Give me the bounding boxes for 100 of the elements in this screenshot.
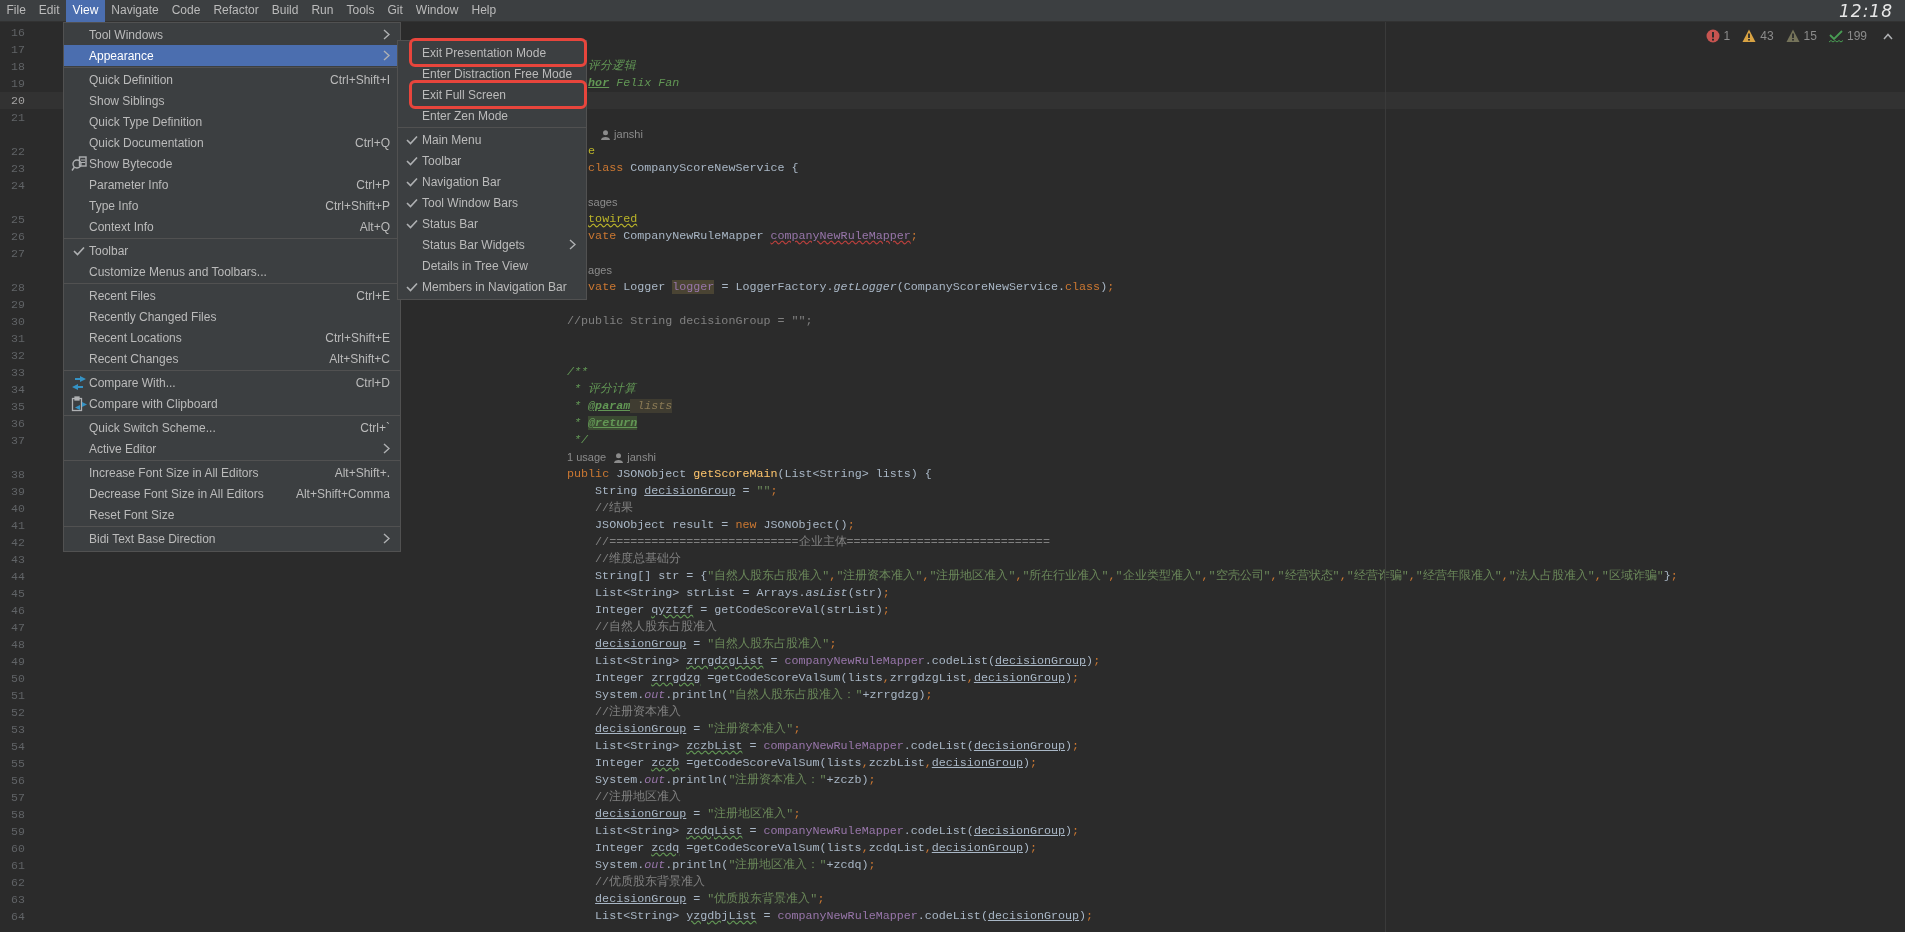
code-line: towired: [588, 211, 638, 228]
line-number: 62: [11, 875, 25, 891]
menu-item[interactable]: Increase Font Size in All Editors Alt+Shift+.: [64, 462, 400, 483]
menu-bar-item[interactable]: Run: [304, 0, 340, 22]
menu-item[interactable]: Bidi Text Base Direction: [64, 528, 400, 549]
menu-bar-item[interactable]: Window: [409, 0, 465, 22]
code-line: JSONObject result = new JSONObject();: [595, 517, 855, 534]
menu-bar-item[interactable]: Git: [380, 0, 410, 22]
menu-item[interactable]: Quick Type Definition: [64, 111, 400, 132]
code-line: //public String decisionGroup = "";: [567, 313, 813, 330]
magnifier-icon: [70, 155, 87, 172]
menu-item[interactable]: Parameter Info Ctrl+P: [64, 174, 400, 195]
menu-item[interactable]: Tool Window Bars: [398, 192, 586, 213]
code-line: //注册资本准入: [595, 704, 682, 721]
menu-bar-item[interactable]: Code: [165, 0, 207, 22]
menu-item[interactable]: Tool Windows: [64, 24, 400, 45]
shortcut-text: Ctrl+D: [355, 375, 390, 390]
error-icon: [1705, 29, 1720, 43]
line-number: 52: [11, 705, 25, 721]
line-number: 54: [11, 739, 25, 755]
code-line: decisionGroup = "注册资本准入";: [595, 721, 801, 738]
menu-item[interactable]: Toolbar: [398, 150, 586, 171]
line-number: 38: [11, 467, 25, 483]
menu-item[interactable]: Recent Files Ctrl+E: [64, 285, 400, 306]
menu-item[interactable]: Compare with Clipboard: [64, 393, 400, 414]
usage-hint[interactable]: ages: [588, 262, 612, 279]
line-number: 59: [11, 824, 25, 840]
code-line: String decisionGroup = "";: [595, 483, 778, 500]
code-line: * @return: [573, 415, 638, 432]
code-line: decisionGroup = "注册地区准入";: [595, 806, 801, 823]
author-hint[interactable]: janshi: [627, 449, 656, 466]
menu-bar-item[interactable]: Tools: [339, 0, 381, 22]
menu-item[interactable]: Appearance: [64, 45, 400, 66]
menu-bar-item[interactable]: Edit: [32, 0, 67, 22]
shortcut-text: Alt+Shift+Comma: [295, 486, 390, 501]
shortcut-text: Ctrl+Shift+I: [329, 72, 390, 87]
menu-bar-item[interactable]: File: [0, 0, 33, 22]
menu-item[interactable]: Enter Distraction Free Mode: [398, 63, 586, 84]
code-line: Integer zczb =getCodeScoreValSum(lists,zczbList,decisionGroup);: [595, 755, 1037, 772]
arrows-icon: [70, 374, 87, 391]
line-number: 24: [11, 178, 25, 194]
code-line: Integer zrrgdzg =getCodeScoreValSum(lists,zrrgdzgList,decisionGroup);: [595, 670, 1080, 687]
menu-item[interactable]: Type Info Ctrl+Shift+P: [64, 195, 400, 216]
usage-hint[interactable]: 1 usage: [567, 449, 607, 466]
menu-item[interactable]: Show Siblings: [64, 90, 400, 111]
line-number: 50: [11, 671, 25, 687]
code-line: List<String> zczbList = companyNewRuleMapper.codeList(decisionGroup);: [595, 738, 1080, 755]
line-number: 44: [11, 569, 25, 585]
menu-item[interactable]: Recent Locations Ctrl+Shift+E: [64, 327, 400, 348]
menu-item[interactable]: Status Bar Widgets: [398, 234, 586, 255]
menu-bar-item[interactable]: View: [66, 0, 105, 22]
line-number: 36: [11, 416, 25, 432]
line-number: 25: [11, 212, 25, 228]
code-line: /**: [567, 364, 589, 381]
menu-item[interactable]: Active Editor: [64, 438, 400, 459]
menu-item[interactable]: Details in Tree View: [398, 255, 586, 276]
menu-item[interactable]: Navigation Bar: [398, 171, 586, 192]
menu-item[interactable]: Show Bytecode: [64, 153, 400, 174]
code-line: public JSONObject getScoreMain(List<String> lists) {: [567, 466, 932, 483]
menu-item[interactable]: Toolbar: [64, 240, 400, 261]
menu-item[interactable]: Reset Font Size: [64, 504, 400, 525]
menu-item[interactable]: Compare With... Ctrl+D: [64, 372, 400, 393]
menu-item[interactable]: Decrease Font Size in All Editors Alt+Shift+Comma: [64, 483, 400, 504]
line-number: 30: [11, 314, 25, 330]
menu-item[interactable]: Recent Changes Alt+Shift+C: [64, 348, 400, 369]
line-number: 34: [11, 382, 25, 398]
line-number: 18: [11, 59, 25, 75]
line-number: 64: [11, 909, 25, 925]
menu-item[interactable]: Recently Changed Files: [64, 306, 400, 327]
code-line: System.out.println("注册资本准入："+zczb);: [595, 772, 876, 789]
code-line: List<String> strList = Arrays.asList(str);: [595, 585, 890, 602]
menu-item[interactable]: Quick Documentation Ctrl+Q: [64, 132, 400, 153]
menu-item[interactable]: Members in Navigation Bar: [398, 276, 586, 297]
menu-item[interactable]: Enter Zen Mode: [398, 105, 586, 126]
menu-item[interactable]: Quick Switch Scheme... Ctrl+`: [64, 417, 400, 438]
code-line: List<String> zrrgdzgList = companyNewRuleMapper.codeList(decisionGroup);: [595, 653, 1101, 670]
warning-icon: [1785, 29, 1800, 43]
menu-bar-item[interactable]: Navigate: [104, 0, 166, 22]
line-number: 17: [11, 42, 25, 58]
shortcut-text: Alt+Shift+C: [329, 351, 390, 366]
menu-item[interactable]: Status Bar: [398, 213, 586, 234]
menu-bar-item[interactable]: Refactor: [206, 0, 266, 22]
usage-hint[interactable]: sages: [588, 194, 618, 211]
menu-item[interactable]: Customize Menus and Toolbars...: [64, 261, 400, 282]
line-number: 16: [11, 25, 25, 41]
author-hint[interactable]: janshi: [614, 126, 643, 143]
line-number: 61: [11, 858, 25, 874]
code-line: 评分逻辑: [588, 58, 637, 75]
menu-item[interactable]: Main Menu: [398, 129, 586, 150]
line-number: 26: [11, 229, 25, 245]
shortcut-text: Ctrl+`: [360, 420, 390, 435]
shortcut-text: Alt+Q: [359, 219, 390, 234]
menu-item[interactable]: Context Info Alt+Q: [64, 216, 400, 237]
menu-bar-item[interactable]: Build: [265, 0, 305, 22]
menu-item[interactable]: Quick Definition Ctrl+Shift+I: [64, 69, 400, 90]
check-icon: [1828, 29, 1843, 43]
code-line: //结果: [595, 500, 634, 517]
problem-count: 43: [1760, 29, 1774, 43]
menu-bar-item[interactable]: Help: [465, 0, 503, 22]
line-number: 46: [11, 603, 25, 619]
